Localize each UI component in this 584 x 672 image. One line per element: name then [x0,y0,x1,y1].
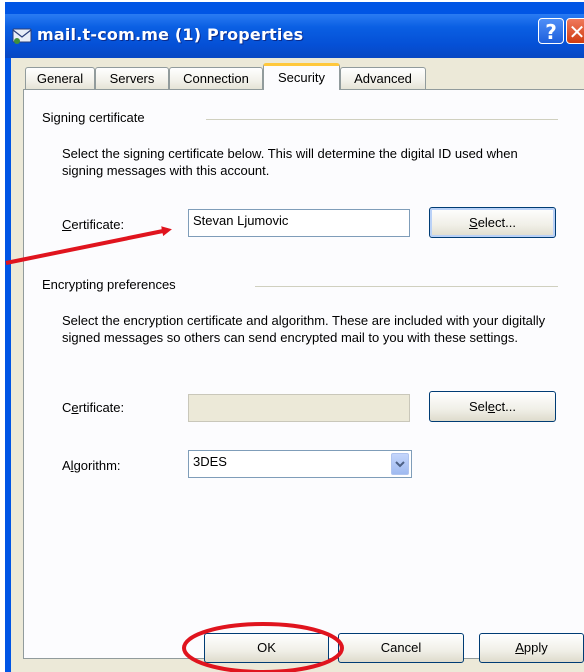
tab-advanced[interactable]: Advanced [340,67,426,89]
encrypting-group-divider [255,286,558,287]
encrypting-certificate-field[interactable] [188,394,410,422]
signing-certificate-label: Certificate: [62,217,125,232]
window-title: mail.t-com.me (1) Properties [37,25,304,44]
algorithm-label: Algorithm: [62,458,121,473]
cancel-button[interactable]: Cancel [338,633,464,663]
signing-group-label: Signing certificate [42,110,145,125]
tab-servers[interactable]: Servers [95,67,169,89]
chevron-down-icon [395,461,405,468]
close-button[interactable]: ✕ [566,18,584,44]
tab-connection[interactable]: Connection [169,67,263,89]
encrypting-description: Select the encryption certificate and al… [62,313,546,345]
signing-description: Select the signing certificate below. Th… [62,146,518,178]
ok-button[interactable]: OK [204,633,329,663]
tab-security[interactable]: Security [263,63,340,90]
mail-account-icon [12,28,32,44]
encrypting-select-button[interactable]: Select... [429,391,556,422]
tab-general[interactable]: General [25,67,95,89]
algorithm-selected-value: 3DES [193,454,227,469]
help-button[interactable]: ? [538,18,564,44]
algorithm-select[interactable]: 3DES [188,450,412,478]
signing-certificate-field[interactable]: Stevan Ljumovic [188,209,410,237]
signing-group-divider [206,119,558,120]
encrypting-certificate-label: Certificate: [62,400,125,415]
apply-button[interactable]: Apply [479,633,584,663]
encrypting-group-label: Encrypting preferences [42,277,176,292]
signing-select-button[interactable]: Select... [429,207,556,238]
dropdown-arrow-button[interactable] [391,453,409,475]
